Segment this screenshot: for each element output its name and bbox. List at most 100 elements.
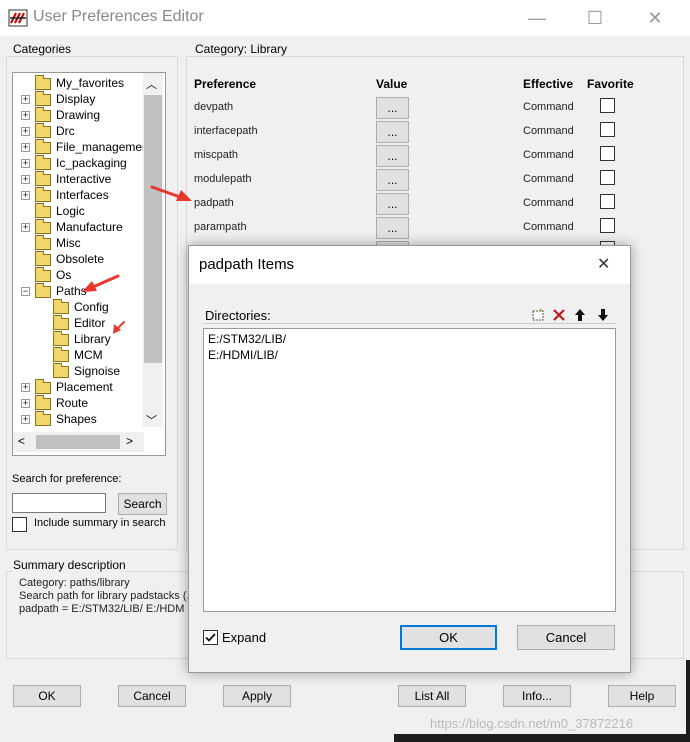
value-button[interactable]: ...: [376, 193, 409, 215]
tree-item[interactable]: Signoise: [39, 362, 121, 379]
expand-icon[interactable]: +: [21, 223, 30, 233]
list-item[interactable]: E:/HDMI/LIB/: [208, 347, 611, 363]
expand-icon[interactable]: +: [21, 95, 30, 105]
tree-item[interactable]: Editor: [39, 314, 106, 331]
background-window-edge: [686, 660, 690, 742]
expand-icon[interactable]: +: [21, 415, 30, 425]
search-button[interactable]: Search: [118, 493, 167, 515]
effective-header: Effective: [523, 77, 574, 91]
favorite-checkbox[interactable]: [600, 122, 615, 137]
folder-icon: [35, 378, 51, 394]
tree-item-label: Library: [74, 332, 111, 346]
tree-item-label: Signoise: [74, 364, 121, 378]
favorite-checkbox[interactable]: [600, 218, 615, 233]
window-title: User Preferences Editor: [33, 8, 204, 25]
tree-item[interactable]: + Ic_packaging: [21, 154, 127, 171]
directories-list[interactable]: E:/STM32/LIB/ E:/HDMI/LIB/: [203, 328, 616, 612]
dialog-ok-button[interactable]: OK: [400, 625, 497, 650]
close-button[interactable]: ✕: [632, 0, 678, 36]
preference-header: Preference: [194, 77, 257, 91]
directories-label: Directories:: [205, 308, 271, 323]
tree-item[interactable]: Logic: [21, 202, 85, 219]
tree-item[interactable]: Misc: [21, 234, 81, 251]
dialog-close-button[interactable]: ✕: [597, 254, 610, 274]
folder-icon: [35, 138, 51, 154]
tree-item[interactable]: − Paths: [21, 282, 87, 299]
maximize-button[interactable]: ☐: [572, 0, 618, 36]
expand-icon[interactable]: +: [21, 383, 30, 393]
tree-item[interactable]: MCM: [39, 346, 103, 363]
expand-icon[interactable]: +: [21, 175, 30, 185]
tree-item[interactable]: + Display: [21, 90, 96, 107]
preference-name: parampath: [194, 221, 247, 233]
summary-line: padpath = E:/STM32/LIB/ E:/HDM: [19, 603, 185, 615]
list-item[interactable]: E:/STM32/LIB/: [208, 331, 611, 347]
value-button[interactable]: ...: [376, 121, 409, 143]
tree-item-label: File_management: [56, 140, 153, 154]
move-down-icon[interactable]: [597, 308, 609, 322]
cancel-button[interactable]: Cancel: [118, 685, 186, 707]
tree-item-label: Os: [56, 268, 72, 282]
ok-button[interactable]: OK: [13, 685, 81, 707]
move-up-icon[interactable]: [574, 308, 586, 322]
tree-item[interactable]: + Manufacture: [21, 218, 123, 235]
tree-item[interactable]: + Drawing: [21, 106, 100, 123]
tree-item-label: Editor: [74, 316, 106, 330]
tree-hscroll-thumb[interactable]: [36, 435, 120, 449]
tree-item-label: Manufacture: [56, 220, 123, 234]
folder-icon: [53, 346, 69, 362]
tree-item[interactable]: Config: [39, 298, 109, 315]
tree-item[interactable]: + Shapes: [21, 410, 97, 427]
delete-item-icon[interactable]: [552, 308, 566, 322]
help-button[interactable]: Help: [608, 685, 676, 707]
expand-icon[interactable]: +: [21, 111, 30, 121]
value-button[interactable]: ...: [376, 145, 409, 167]
favorite-checkbox[interactable]: [600, 170, 615, 185]
expand-icon[interactable]: +: [21, 127, 30, 137]
tree-item-label: Route: [56, 396, 89, 410]
favorite-checkbox[interactable]: [600, 146, 615, 161]
collapse-icon[interactable]: −: [21, 287, 30, 297]
summary-line: Category: paths/library: [19, 577, 130, 589]
tree-item[interactable]: + File_management: [21, 138, 153, 155]
tree-item[interactable]: Library: [39, 330, 111, 347]
dialog-cancel-button[interactable]: Cancel: [517, 625, 615, 650]
scroll-right-icon[interactable]: >: [126, 434, 133, 448]
expand-icon[interactable]: +: [21, 159, 30, 169]
folder-icon: [53, 330, 69, 346]
scroll-left-icon[interactable]: <: [18, 434, 25, 448]
tree-item[interactable]: + Interactive: [21, 170, 111, 187]
tree-item[interactable]: + Route: [21, 394, 89, 411]
expand-icon[interactable]: +: [21, 399, 30, 409]
tree-scroll-thumb[interactable]: [144, 95, 162, 363]
effective-value: Command: [523, 101, 574, 113]
expand-checkbox[interactable]: [203, 630, 218, 645]
scroll-down-icon[interactable]: ﹀: [146, 412, 157, 428]
tree-item-label: Placement: [56, 380, 113, 394]
dialog-title: padpath Items: [199, 256, 295, 273]
tree-item[interactable]: Obsolete: [21, 250, 104, 267]
title-bar: User Preferences Editor — ☐ ✕: [0, 0, 690, 36]
favorite-checkbox[interactable]: [600, 194, 615, 209]
expand-icon[interactable]: +: [21, 143, 30, 153]
apply-button[interactable]: Apply: [223, 685, 291, 707]
tree-item[interactable]: Os: [21, 266, 72, 283]
tree-item-label: Shapes: [56, 412, 97, 426]
scroll-up-icon[interactable]: ︿: [146, 76, 157, 92]
expand-icon[interactable]: +: [21, 191, 30, 201]
list-all-button[interactable]: List All: [398, 685, 466, 707]
tree-item[interactable]: + Placement: [21, 378, 113, 395]
tree-item[interactable]: My_favorites: [21, 74, 124, 91]
info-button[interactable]: Info...: [503, 685, 571, 707]
value-button[interactable]: ...: [376, 169, 409, 191]
minimize-button[interactable]: —: [514, 0, 560, 36]
value-button[interactable]: ...: [376, 217, 409, 239]
include-summary-checkbox[interactable]: [12, 517, 27, 532]
favorite-checkbox[interactable]: [600, 98, 615, 113]
search-input[interactable]: [12, 493, 106, 513]
tree-item[interactable]: + Drc: [21, 122, 75, 139]
value-button[interactable]: ...: [376, 97, 409, 119]
new-item-icon[interactable]: [531, 308, 545, 322]
tree-item-label: Display: [56, 92, 96, 106]
tree-item[interactable]: + Interfaces: [21, 186, 109, 203]
